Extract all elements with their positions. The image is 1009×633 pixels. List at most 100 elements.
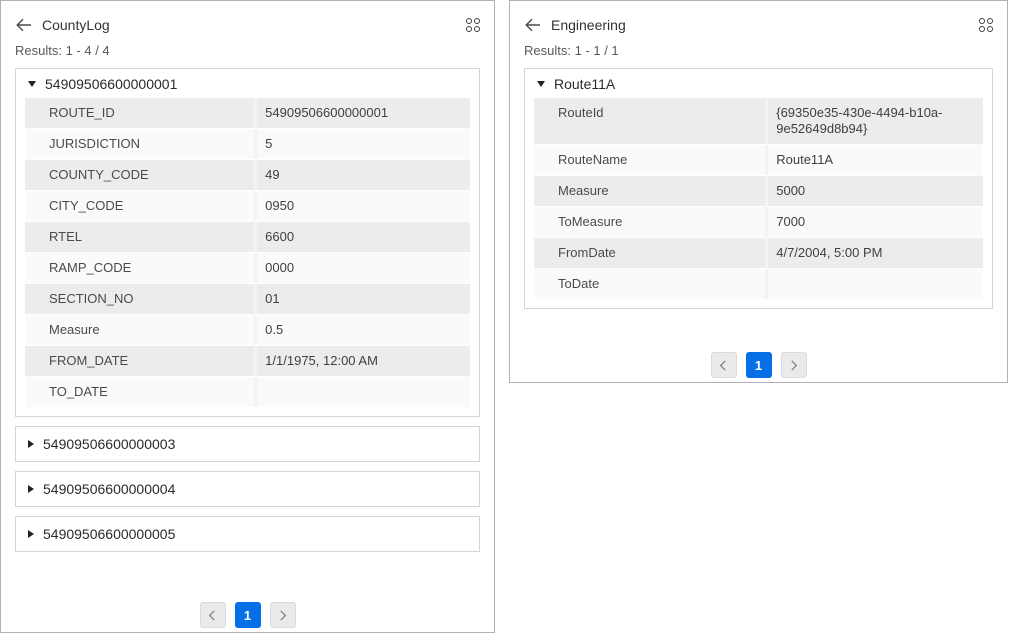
previous-page-button[interactable] — [200, 602, 226, 628]
field-value: 1/1/1975, 12:00 AM — [254, 346, 470, 376]
field-label: RouteName — [534, 145, 765, 175]
field-label: RAMP_CODE — [25, 253, 254, 283]
table-row: JURISDICTION 5 — [25, 128, 470, 159]
chevron-right-icon — [276, 610, 286, 620]
field-label: ROUTE_ID — [25, 98, 254, 128]
chevron-left-icon — [720, 360, 730, 370]
table-row: FromDate 4/7/2004, 5:00 PM — [534, 237, 983, 268]
feature-title: 54909506600000003 — [43, 436, 175, 452]
feature-card: 54909506600000001 ROUTE_ID 5490950660000… — [15, 68, 480, 417]
caret-icon — [28, 440, 34, 448]
field-value: 49 — [254, 160, 470, 190]
table-row: FROM_DATE 1/1/1975, 12:00 AM — [25, 345, 470, 376]
field-value: 5 — [254, 129, 470, 159]
field-value: 6600 — [254, 222, 470, 252]
back-arrow-icon — [524, 18, 541, 32]
field-label: JURISDICTION — [25, 129, 254, 159]
results-count: Results: 1 - 4 / 4 — [15, 43, 480, 58]
panel-title: CountyLog — [42, 17, 110, 33]
pagination: 1 — [15, 602, 480, 628]
field-value: Route11A — [765, 145, 983, 175]
grid-view-icon — [466, 18, 480, 32]
next-page-button[interactable] — [781, 352, 807, 378]
results-count: Results: 1 - 1 / 1 — [524, 43, 993, 58]
back-button[interactable] — [524, 18, 541, 32]
table-row: ToDate — [534, 268, 983, 299]
feature-title: 54909506600000004 — [43, 481, 175, 497]
table-row: RTEL 6600 — [25, 221, 470, 252]
field-value: 01 — [254, 284, 470, 314]
attributes-table: RouteId {69350e35-430e-4494-b10a-9e52649… — [534, 98, 983, 299]
field-value: {69350e35-430e-4494-b10a-9e52649d8b94} — [765, 98, 983, 144]
table-row: RouteName Route11A — [534, 144, 983, 175]
field-value: 5000 — [765, 176, 983, 206]
feature-card: 54909506600000003 — [15, 426, 480, 462]
panel-title: Engineering — [551, 17, 626, 33]
feature-card-header[interactable]: 54909506600000005 — [16, 517, 479, 551]
feature-info-panel: Engineering Results: 1 - 1 / 1 Route11A … — [509, 0, 1008, 383]
field-value: 54909506600000001 — [254, 98, 470, 128]
feature-list: 54909506600000001 ROUTE_ID 5490950660000… — [15, 68, 480, 561]
chevron-left-icon — [209, 610, 219, 620]
field-label: RouteId — [534, 98, 765, 144]
table-row: Measure 5000 — [534, 175, 983, 206]
panel-header: Engineering — [524, 17, 993, 33]
feature-title: 54909506600000001 — [45, 76, 177, 92]
previous-page-button[interactable] — [711, 352, 737, 378]
grid-view-icon — [979, 18, 993, 32]
field-value: 7000 — [765, 207, 983, 237]
table-row: SECTION_NO 01 — [25, 283, 470, 314]
field-label: Measure — [534, 176, 765, 206]
feature-list: Route11A RouteId {69350e35-430e-4494-b10… — [524, 68, 993, 318]
field-label: ToDate — [534, 269, 765, 299]
next-page-button[interactable] — [270, 602, 296, 628]
field-label: COUNTY_CODE — [25, 160, 254, 190]
field-label: CITY_CODE — [25, 191, 254, 221]
field-value — [765, 269, 983, 299]
field-label: TO_DATE — [25, 377, 254, 407]
feature-info-panel: CountyLog Results: 1 - 4 / 4 54909506600… — [0, 0, 495, 633]
feature-card: 54909506600000005 — [15, 516, 480, 552]
field-label: FromDate — [534, 238, 765, 268]
field-value: 0000 — [254, 253, 470, 283]
table-row: COUNTY_CODE 49 — [25, 159, 470, 190]
feature-card-header[interactable]: Route11A — [525, 69, 992, 98]
caret-icon — [28, 530, 34, 538]
feature-card: Route11A RouteId {69350e35-430e-4494-b10… — [524, 68, 993, 309]
table-row: RAMP_CODE 0000 — [25, 252, 470, 283]
back-button[interactable] — [15, 18, 32, 32]
field-label: SECTION_NO — [25, 284, 254, 314]
feature-card-header[interactable]: 54909506600000003 — [16, 427, 479, 461]
feature-card-header[interactable]: 54909506600000004 — [16, 472, 479, 506]
feature-card-header[interactable]: 54909506600000001 — [16, 69, 479, 98]
field-value: 0.5 — [254, 315, 470, 345]
field-value: 4/7/2004, 5:00 PM — [765, 238, 983, 268]
table-row: RouteId {69350e35-430e-4494-b10a-9e52649… — [534, 98, 983, 144]
back-arrow-icon — [15, 18, 32, 32]
feature-title: 54909506600000005 — [43, 526, 175, 542]
field-label: FROM_DATE — [25, 346, 254, 376]
feature-card: 54909506600000004 — [15, 471, 480, 507]
caret-icon — [28, 485, 34, 493]
field-value: 0950 — [254, 191, 470, 221]
table-row: ToMeasure 7000 — [534, 206, 983, 237]
field-value — [254, 377, 470, 407]
list-view-button[interactable] — [979, 18, 993, 32]
attributes-table: ROUTE_ID 54909506600000001 JURISDICTION … — [25, 98, 470, 407]
chevron-right-icon — [787, 360, 797, 370]
field-label: ToMeasure — [534, 207, 765, 237]
field-label: Measure — [25, 315, 254, 345]
table-row: ROUTE_ID 54909506600000001 — [25, 98, 470, 128]
caret-icon — [28, 81, 36, 87]
current-page-button[interactable]: 1 — [235, 602, 261, 628]
list-view-button[interactable] — [466, 18, 480, 32]
feature-title: Route11A — [554, 76, 615, 92]
panel-header: CountyLog — [15, 17, 480, 33]
table-row: TO_DATE — [25, 376, 470, 407]
current-page-button[interactable]: 1 — [746, 352, 772, 378]
caret-icon — [537, 81, 545, 87]
app-canvas: CountyLog Results: 1 - 4 / 4 54909506600… — [0, 0, 1009, 633]
table-row: Measure 0.5 — [25, 314, 470, 345]
table-row: CITY_CODE 0950 — [25, 190, 470, 221]
pagination: 1 — [524, 352, 993, 378]
